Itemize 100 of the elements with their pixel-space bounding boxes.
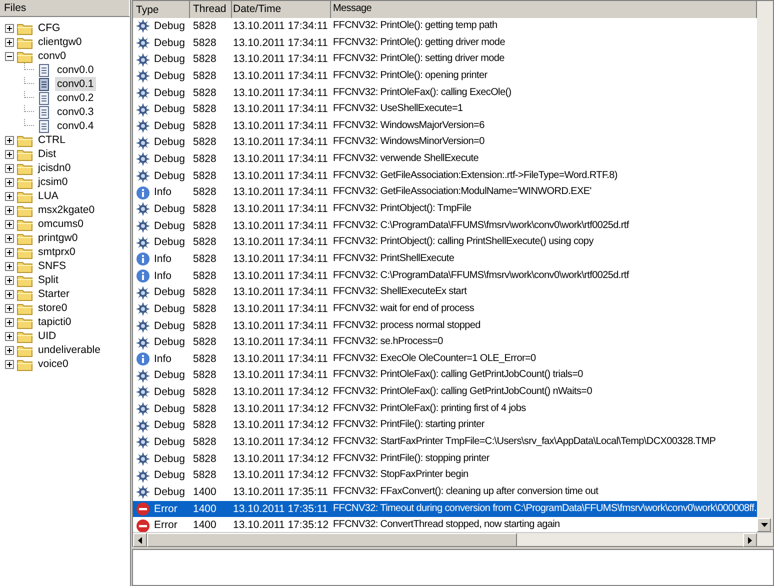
tree-item[interactable]: Starter — [36, 287, 72, 301]
tree-item[interactable]: SNFS — [36, 259, 68, 273]
gear-icon — [136, 385, 150, 400]
tree-item[interactable]: voice0 — [36, 357, 70, 371]
expand-icon[interactable] — [5, 290, 14, 298]
scroll-thumb[interactable] — [147, 533, 517, 547]
tree-item[interactable]: msx2kgate0 — [36, 203, 97, 217]
log-datetime: 13.10.2011 17:34:12 — [232, 435, 330, 450]
expand-icon[interactable] — [5, 262, 14, 270]
folder-icon — [17, 330, 33, 342]
expand-icon[interactable] — [5, 178, 14, 186]
log-row[interactable]: Debug 5828 13.10.2011 17:34:11 FFCNV32: PrintOle(): opening printer — [133, 68, 757, 85]
tree-item[interactable]: LUA — [36, 189, 60, 203]
tree-item[interactable]: undeliverable — [36, 343, 102, 357]
horizontal-scrollbar[interactable] — [133, 532, 773, 546]
tree-item[interactable]: Split — [36, 273, 60, 287]
log-row[interactable]: Debug 5828 13.10.2011 17:34:12 FFCNV32: StartFaxPrinter TmpFile=C:\Users\srv_fax\AppData\Local\Temp\DCX00328.TMP — [133, 434, 757, 451]
tree-item[interactable]: printgw0 — [36, 231, 80, 245]
tree-item[interactable]: smtprx0 — [36, 245, 78, 259]
scroll-left-button[interactable] — [133, 533, 147, 547]
log-row[interactable]: Debug 5828 13.10.2011 17:34:11 FFCNV32: verwende ShellExecute — [133, 151, 757, 168]
expand-icon[interactable] — [5, 332, 14, 340]
log-message: FFCNV32: PrintOle(): getting temp path — [332, 19, 498, 33]
expand-icon[interactable] — [5, 234, 14, 242]
tree-item[interactable]: conv0.2 — [55, 91, 96, 105]
tree-item[interactable]: omcums0 — [36, 217, 86, 231]
tree-item[interactable]: store0 — [36, 301, 70, 315]
column-header[interactable]: Thread — [190, 1, 232, 18]
expand-icon[interactable] — [5, 304, 14, 312]
log-thread: 5828 — [192, 185, 218, 200]
expand-icon[interactable] — [5, 346, 14, 354]
gear-icon — [136, 102, 150, 117]
expand-icon[interactable] — [5, 248, 14, 256]
log-row[interactable]: Debug 5828 13.10.2011 17:34:12 FFCNV32: PrintOleFax(): printing first of 4 jobs — [133, 400, 757, 418]
expand-icon[interactable] — [5, 164, 14, 172]
tree-item[interactable]: clientgw0 — [36, 35, 84, 49]
log-row[interactable]: Debug 5828 13.10.2011 17:34:11 FFCNV32: se.hProcess=0 — [133, 334, 757, 351]
expand-icon[interactable] — [5, 24, 14, 32]
tree-item[interactable]: conv0.4 — [55, 119, 96, 133]
log-row[interactable]: Debug 5828 13.10.2011 17:34:12 FFCNV32: StopFaxPrinter begin — [133, 467, 757, 484]
log-row[interactable]: Debug 5828 13.10.2011 17:34:11 FFCNV32: PrintOle(): setting driver mode — [133, 51, 757, 68]
log-row[interactable]: Info 5828 13.10.2011 17:34:11 FFCNV32: PrintShellExecute — [133, 250, 757, 268]
log-type: Debug — [154, 435, 185, 450]
expand-icon[interactable] — [5, 136, 14, 144]
expand-icon[interactable] — [5, 150, 14, 158]
tree-item[interactable]: conv0 — [36, 49, 68, 63]
expand-icon[interactable] — [5, 38, 14, 46]
tree-item[interactable]: CTRL — [36, 133, 68, 147]
column-header[interactable]: Message — [331, 1, 757, 18]
log-row[interactable]: Debug 5828 13.10.2011 17:34:11 FFCNV32: PrintOle(): getting temp path — [133, 18, 757, 35]
log-thread: 1400 — [192, 484, 218, 500]
log-row[interactable]: Debug 5828 13.10.2011 17:34:11 FFCNV32: PrintOleFax(): calling ExecOle() — [133, 84, 757, 102]
tree-item[interactable]: jcsim0 — [36, 175, 70, 189]
log-row[interactable]: Debug 5828 13.10.2011 17:34:11 FFCNV32: wait for end of process — [133, 300, 757, 318]
log-row[interactable]: Debug 5828 13.10.2011 17:34:11 FFCNV32: PrintObject(): calling PrintShellExecute() using copy — [133, 234, 757, 251]
log-type: Debug — [154, 335, 185, 350]
column-header[interactable]: Type — [133, 1, 190, 18]
tree-item[interactable]: conv0.3 — [55, 105, 96, 119]
tree-item[interactable]: Dist — [36, 147, 58, 161]
tree-item[interactable]: conv0.1 — [55, 77, 96, 91]
log-row[interactable]: Debug 5828 13.10.2011 17:34:12 FFCNV32: PrintFile(): starting printer — [133, 417, 757, 434]
log-row[interactable]: Debug 5828 13.10.2011 17:34:11 FFCNV32: UseShellExecute=1 — [133, 101, 757, 118]
log-row[interactable]: Info 5828 13.10.2011 17:34:11 FFCNV32: C:\ProgramData\FFUMS\fmsrv\work\conv0\work\rtf0025d.rtf — [133, 268, 757, 284]
log-row[interactable]: Debug 5828 13.10.2011 17:34:11 FFCNV32: GetFileAssociation:Extension:.rtf->FileType=Word.RTF.8) — [133, 168, 757, 184]
tree-item[interactable]: conv0.0 — [55, 63, 96, 77]
scroll-right-button[interactable] — [743, 533, 757, 547]
expand-icon[interactable] — [5, 276, 14, 284]
tree-item[interactable]: tapicti0 — [36, 315, 74, 329]
tree-item[interactable]: jcisdn0 — [36, 161, 73, 175]
log-row[interactable]: Debug 5828 13.10.2011 17:34:11 FFCNV32: PrintOleFax(): calling GetPrintJobCount() trials=0 — [133, 367, 757, 384]
tree-item[interactable]: CFG — [36, 21, 62, 35]
log-row[interactable]: Debug 5828 13.10.2011 17:34:11 FFCNV32: process normal stopped — [133, 318, 757, 334]
log-row[interactable]: Debug 5828 13.10.2011 17:34:11 FFCNV32: WindowsMinorVersion=0 — [133, 134, 757, 152]
log-datetime: 13.10.2011 17:34:11 — [232, 302, 329, 317]
expand-icon[interactable] — [5, 220, 14, 228]
log-row[interactable]: Debug 5828 13.10.2011 17:34:12 FFCNV32: PrintFile(): stopping printer — [133, 450, 757, 468]
log-row[interactable]: Error 1400 13.10.2011 17:35:12 FFCNV32: ConvertThread stopped, now starting again — [133, 517, 757, 532]
log-row[interactable]: Debug 1400 13.10.2011 17:35:11 FFCNV32: FFaxConvert(): cleaning up after conversion time out — [133, 484, 757, 501]
log-row[interactable]: Debug 5828 13.10.2011 17:34:11 FFCNV32: PrintOle(): getting driver mode — [133, 34, 757, 52]
vertical-scrollbar[interactable] — [757, 1, 773, 532]
log-row[interactable]: Debug 5828 13.10.2011 17:34:11 FFCNV32: WindowsMajorVersion=6 — [133, 118, 757, 134]
column-header[interactable]: Date/Time — [232, 1, 331, 18]
log-thread: 5828 — [192, 218, 218, 234]
log-row[interactable]: Debug 5828 13.10.2011 17:34:11 FFCNV32: C:\ProgramData\FFUMS\fmsrv\work\conv0\work\rtf0025d.rtf — [133, 218, 757, 234]
expand-icon[interactable] — [5, 206, 14, 214]
log-row[interactable]: Debug 5828 13.10.2011 17:34:11 FFCNV32: PrintObject(): TmpFile — [133, 201, 757, 218]
expand-icon[interactable] — [5, 318, 14, 326]
expand-icon[interactable] — [5, 192, 14, 200]
collapse-icon[interactable] — [5, 52, 14, 60]
log-row[interactable]: Debug 5828 13.10.2011 17:34:12 FFCNV32: PrintOleFax(): calling GetPrintJobCount() nWaits=0 — [133, 384, 757, 401]
log-row[interactable]: Debug 5828 13.10.2011 17:34:11 FFCNV32: ShellExecuteEx start — [133, 284, 757, 301]
log-thread: 5828 — [192, 102, 218, 118]
scroll-down-button[interactable] — [757, 518, 771, 532]
log-row[interactable]: Info 5828 13.10.2011 17:34:11 FFCNV32: ExecOle OleCounter=1 OLE_Error=0 — [133, 350, 757, 368]
log-row[interactable]: Error 1400 13.10.2011 17:35:11 FFCNV32: Timeout during conversion from C:\ProgramData\FFUMS\fmsrv\work\conv0\work\000008ff. — [133, 500, 757, 518]
expand-icon[interactable] — [5, 360, 14, 368]
tree-item[interactable]: UID — [36, 329, 58, 343]
log-type: Debug — [154, 102, 185, 118]
log-row[interactable]: Info 5828 13.10.2011 17:34:11 FFCNV32: GetFileAssociation:ModulName='WINWORD.EXE' — [133, 184, 757, 202]
log-thread: 5828 — [192, 402, 218, 417]
